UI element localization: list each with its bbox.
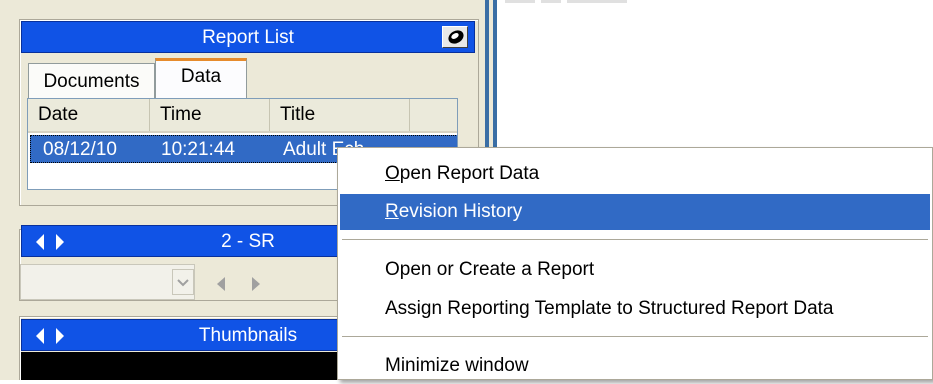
- cell-date: 08/12/10: [43, 139, 117, 160]
- menu-separator: [342, 239, 928, 240]
- tab-documents-label: Documents: [43, 71, 140, 92]
- menu-item-open-or-create-report[interactable]: Open or Create a Report: [340, 252, 930, 288]
- menu-item-label: Open or Create a Report: [385, 259, 595, 280]
- menu-item-minimize-window[interactable]: Minimize window: [340, 348, 930, 384]
- nav-left-icon[interactable]: [36, 328, 44, 344]
- menu-accel: O: [385, 163, 400, 184]
- menu-item-label: pen Report Data: [399, 163, 540, 184]
- series-label: 2 - SR: [221, 231, 275, 252]
- prev-image-icon[interactable]: [215, 276, 227, 292]
- series-nav-arrows: [34, 233, 70, 251]
- thumbnails-title: Thumbnails: [198, 325, 298, 346]
- nav-left-icon[interactable]: [36, 234, 44, 250]
- menu-separator: [342, 336, 928, 337]
- menu-item-label: Minimize window: [385, 355, 529, 376]
- menu-accel: R: [385, 201, 399, 222]
- chevron-down-icon: [177, 279, 189, 287]
- tab-data-label: Data: [180, 66, 222, 87]
- menu-item-label: evision History: [398, 201, 523, 222]
- menu-item-label: Assign Reporting Template to Structured …: [385, 298, 834, 319]
- report-list-titlebar: Report List: [21, 21, 475, 53]
- tab-data[interactable]: Data: [155, 58, 247, 98]
- series-combo[interactable]: [20, 264, 195, 300]
- column-header-title[interactable]: Title: [270, 99, 410, 131]
- menu-item-assign-reporting-template[interactable]: Assign Reporting Template to Structured …: [340, 291, 930, 327]
- faint-toolbar-remnant: [505, 0, 655, 10]
- pin-icon: [448, 30, 464, 44]
- column-time-label: Time: [160, 104, 202, 125]
- report-list-title: Report List: [202, 27, 294, 48]
- tab-documents[interactable]: Documents: [28, 63, 155, 99]
- column-title-label: Title: [280, 104, 316, 125]
- list-header: Date Time Title: [28, 99, 457, 133]
- column-header-time[interactable]: Time: [150, 99, 270, 131]
- combo-dropdown-button[interactable]: [172, 269, 194, 295]
- thumbnails-nav-arrows: [34, 327, 70, 345]
- cell-time: 10:21:44: [161, 139, 235, 160]
- menu-item-open-report-data[interactable]: Open Report Data: [340, 156, 930, 192]
- context-menu: Open Report Data Revision History Open o…: [337, 147, 933, 380]
- column-header-date[interactable]: Date: [28, 99, 150, 131]
- next-image-icon[interactable]: [250, 276, 262, 292]
- column-date-label: Date: [38, 104, 79, 125]
- pin-button[interactable]: [442, 26, 468, 48]
- menu-item-revision-history[interactable]: Revision History: [340, 194, 930, 230]
- nav-right-icon[interactable]: [56, 234, 64, 250]
- nav-right-icon[interactable]: [56, 328, 64, 344]
